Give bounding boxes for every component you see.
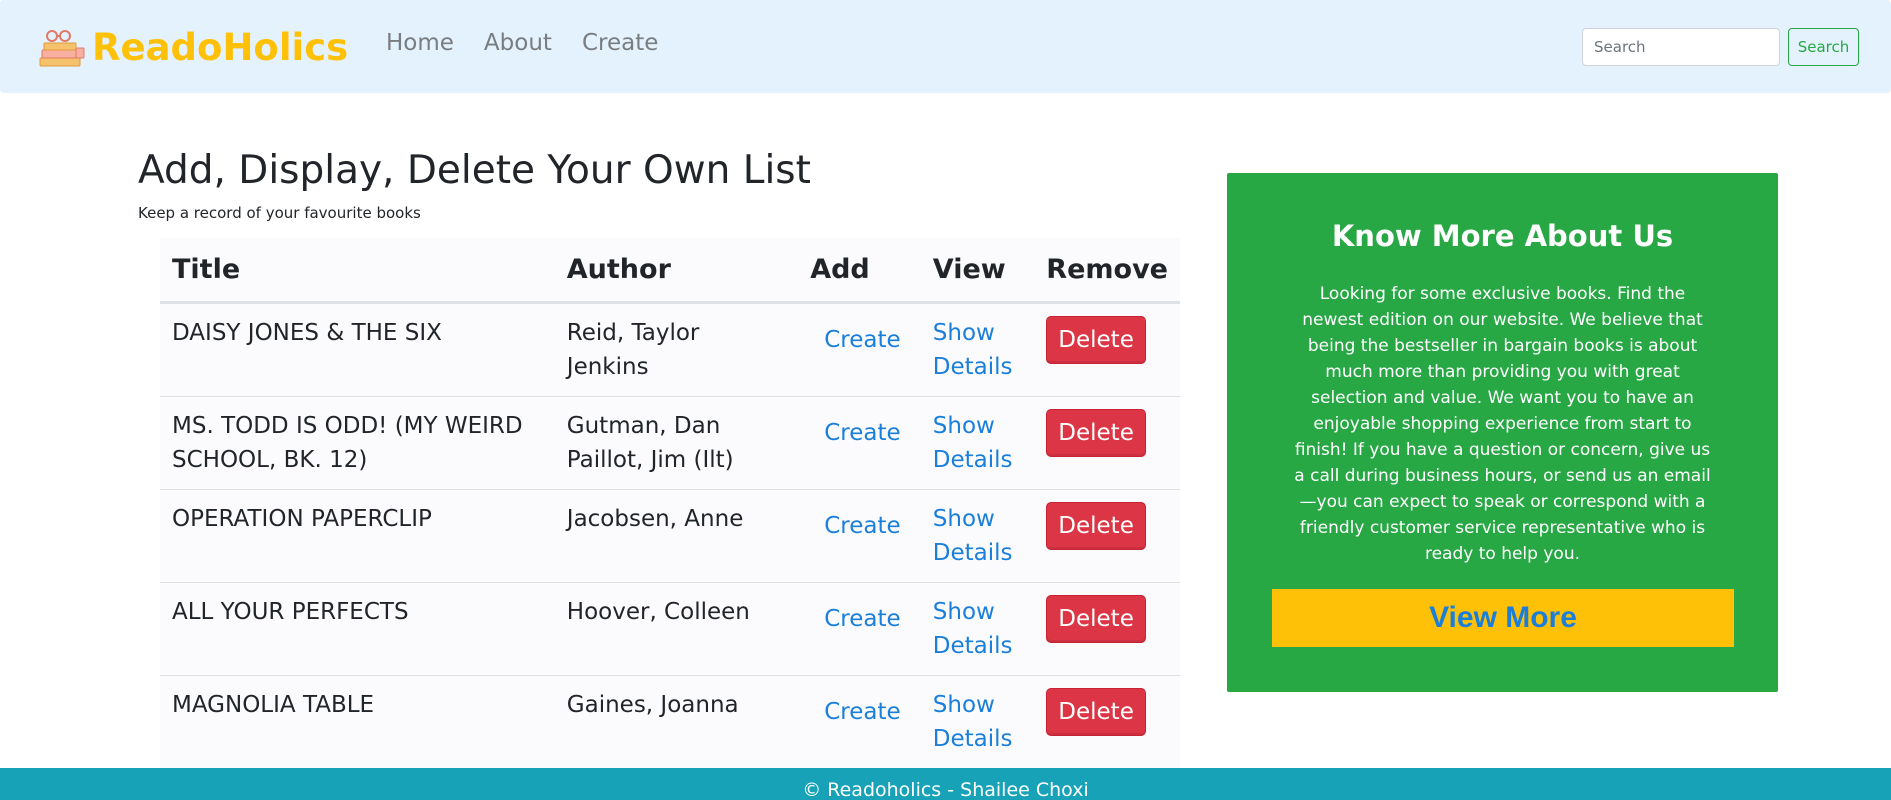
delete-button[interactable]: Delete — [1046, 687, 1146, 736]
delete-button[interactable]: Delete — [1046, 315, 1146, 364]
delete-button[interactable]: Delete — [1046, 594, 1146, 643]
show-details-link[interactable]: Show Details — [933, 599, 1013, 659]
search-form: Search — [1582, 28, 1859, 66]
about-text: Looking for some exclusive books. Find t… — [1294, 284, 1711, 564]
delete-button[interactable]: Delete — [1046, 501, 1146, 550]
header-view: View — [920, 238, 1035, 304]
footer-text: © Readoholics - Shailee Choxi — [802, 779, 1089, 800]
create-link[interactable]: Create — [824, 416, 900, 450]
header-title: Title — [160, 238, 555, 304]
table-row: MS. TODD IS ODD! (MY WEIRD SCHOOL, BK. 1… — [160, 395, 1180, 489]
book-author: Hoover, Colleen — [554, 581, 799, 675]
page-title: Add, Display, Delete Your Own List — [138, 148, 811, 193]
book-title: OPERATION PAPERCLIP — [160, 488, 555, 582]
page-subtitle: Keep a record of your favourite books — [138, 204, 421, 222]
show-details-link[interactable]: Show Details — [933, 413, 1013, 473]
search-input[interactable] — [1582, 28, 1780, 66]
nav-home[interactable]: Home — [386, 30, 454, 56]
show-details-link[interactable]: Show Details — [933, 320, 1013, 380]
show-details-link[interactable]: Show Details — [933, 692, 1013, 752]
table-row: DAISY JONES & THE SIX Reid, Taylor Jenki… — [160, 302, 1180, 396]
create-link[interactable]: Create — [824, 323, 900, 357]
header-remove: Remove — [1034, 238, 1180, 304]
show-details-link[interactable]: Show Details — [933, 506, 1013, 566]
book-table: Title Author Add View Remove DAISY JONES… — [160, 238, 1180, 768]
book-title: MS. TODD IS ODD! (MY WEIRD SCHOOL, BK. 1… — [160, 395, 555, 489]
book-title: DAISY JONES & THE SIX — [172, 319, 442, 346]
delete-button[interactable]: Delete — [1046, 408, 1146, 457]
table-header-row: Title Author Add View Remove — [160, 238, 1180, 304]
nav-links: Home About Create — [386, 30, 688, 56]
brand-name: ReadoHolics — [92, 26, 349, 69]
navbar: ReadoHolics Home About Create Search — [0, 0, 1891, 93]
book-title: ALL YOUR PERFECTS — [160, 581, 555, 675]
create-link[interactable]: Create — [824, 695, 900, 729]
header-author: Author — [554, 238, 799, 304]
brand-link[interactable]: ReadoHolics — [38, 26, 348, 69]
about-card: Know More About Us Looking for some excl… — [1227, 173, 1778, 692]
search-button[interactable]: Search — [1788, 28, 1859, 66]
create-link[interactable]: Create — [824, 602, 900, 636]
table-row: MAGNOLIA TABLE Gaines, Joanna Create Sho… — [160, 674, 1180, 768]
book-author: Jacobsen, Anne — [554, 488, 799, 582]
book-title: MAGNOLIA TABLE — [160, 674, 555, 768]
book-author: Reid, Taylor Jenkins — [566, 319, 700, 380]
books-glasses-icon — [39, 29, 85, 66]
create-link[interactable]: Create — [824, 509, 900, 543]
book-author: Gutman, Dan Paillot, Jim (Ilt) — [554, 395, 799, 489]
header-add: Add — [798, 238, 921, 304]
about-title: Know More About Us — [1331, 219, 1674, 253]
table-row: OPERATION PAPERCLIP Jacobsen, Anne Creat… — [160, 488, 1180, 582]
book-author: Gaines, Joanna — [554, 674, 799, 768]
nav-about[interactable]: About — [484, 30, 552, 56]
nav-create[interactable]: Create — [582, 30, 658, 56]
table-row: ALL YOUR PERFECTS Hoover, Colleen Create… — [160, 581, 1180, 675]
footer: © Readoholics - Shailee Choxi — [0, 768, 1891, 800]
view-more-button[interactable]: View More — [1272, 589, 1734, 647]
